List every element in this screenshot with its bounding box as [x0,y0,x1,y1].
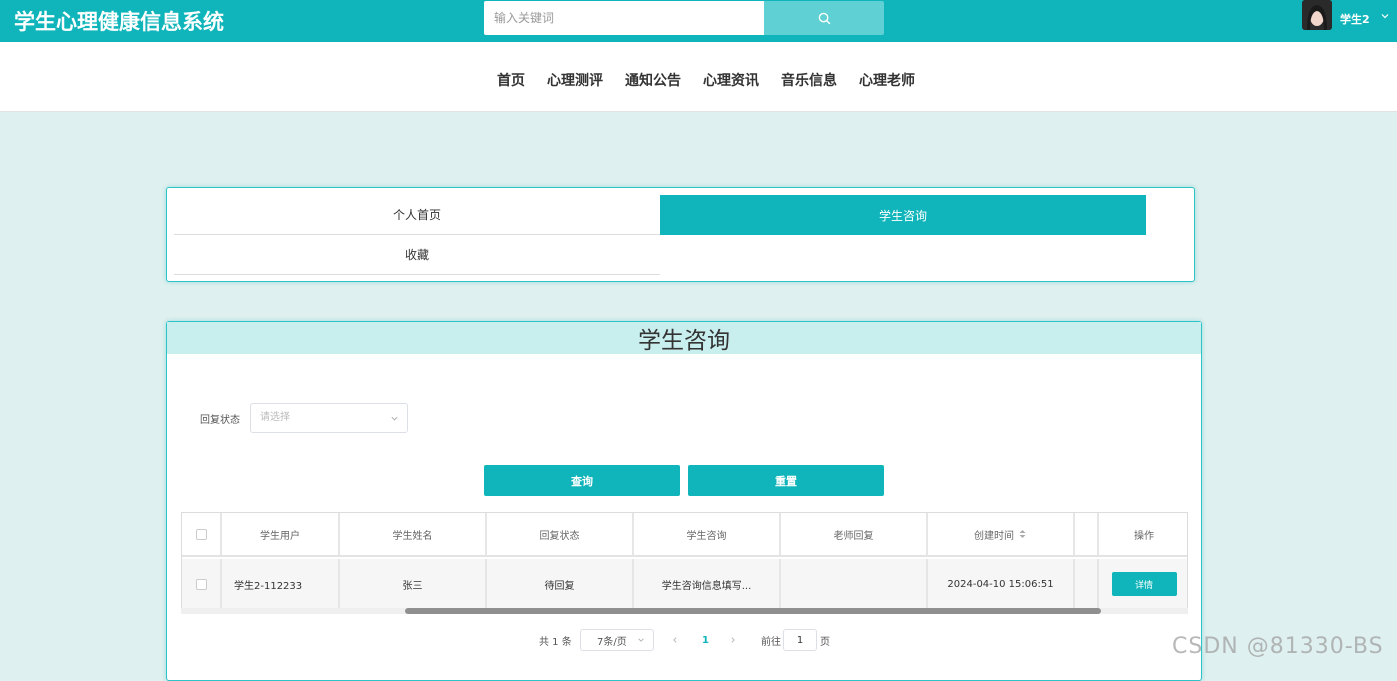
column-header-actions: 操作 [1099,513,1187,557]
filter-label-status: 回复状态 [200,415,240,426]
select-all-checkbox[interactable] [195,528,207,540]
search-bar [484,1,884,35]
chevron-down-icon[interactable] [1380,11,1390,21]
cell-name: 张三 [340,559,487,609]
profile-tabs: 个人首页 学生咨询 收藏 [166,187,1195,282]
scrollbar-thumb[interactable] [405,608,1101,614]
consult-panel: 学生咨询 回复状态 请选择 查询 重置 学生用户 学生姓名 回复状态 学生咨询 … [166,321,1202,681]
cell-consult: 学生咨询信息填写... [634,559,781,609]
search-button[interactable] [764,1,884,35]
cell-created: 2024-04-10 15:06:51 [928,559,1075,609]
row-select-cell [182,559,222,609]
chevron-left-icon [673,637,677,643]
page-size-value: 7条/页 [597,636,627,648]
goto-page-input[interactable]: 1 [783,629,817,651]
status-select-placeholder: 请选择 [260,412,290,423]
cell-user: 学生2-112233 [222,559,340,609]
cell-spacer [1075,559,1099,609]
page-suffix: 页 [820,636,830,648]
horizontal-scrollbar[interactable] [181,608,1188,614]
column-header-spacer [1075,513,1099,557]
column-header-created-label: 创建时间 [974,530,1014,542]
top-bar: 学生心理健康信息系统 学生2 [0,0,1397,42]
column-header-name: 学生姓名 [340,513,487,557]
chevron-down-icon [391,416,398,421]
prev-page-button[interactable] [671,629,679,651]
nav-item-home[interactable]: 首页 [497,70,525,90]
next-page-button[interactable] [729,629,737,651]
goto-label: 前往 [761,636,781,648]
chevron-down-icon [638,638,644,642]
column-header-status: 回复状态 [487,513,634,557]
tab-personal-home[interactable]: 个人首页 [174,195,660,235]
column-header-user: 学生用户 [222,513,340,557]
page-size-select[interactable]: 7条/页 [580,629,654,651]
query-button[interactable]: 查询 [484,465,680,496]
tab-favorites[interactable]: 收藏 [174,235,660,275]
cell-reply [781,559,928,609]
avatar-image [1302,0,1332,30]
watermark: CSDN @81330-BS [1172,634,1384,659]
site-title: 学生心理健康信息系统 [14,10,224,34]
consult-table: 学生用户 学生姓名 回复状态 学生咨询 老师回复 创建时间 操作 学生2-112… [181,512,1188,610]
page-number-current[interactable]: 1 [702,629,709,651]
chevron-right-icon [731,637,735,643]
column-header-reply: 老师回复 [781,513,928,557]
nav-item-news[interactable]: 心理资讯 [703,70,759,90]
column-header-consult: 学生咨询 [634,513,781,557]
tab-student-consult[interactable]: 学生咨询 [660,195,1146,235]
nav-item-assessment[interactable]: 心理测评 [547,70,603,90]
sort-icon[interactable] [1018,529,1027,539]
user-name[interactable]: 学生2 [1340,11,1370,27]
nav-item-teachers[interactable]: 心理老师 [859,70,915,90]
avatar[interactable] [1302,0,1332,30]
nav-item-notices[interactable]: 通知公告 [625,70,681,90]
total-count: 共 1 条 [539,636,572,648]
search-input[interactable] [484,1,765,35]
search-icon [818,12,830,24]
cell-actions: 详情 [1099,559,1187,609]
pagination: 共 1 条 7条/页 1 前往 1 页 [167,629,1201,651]
cell-status: 待回复 [487,559,634,609]
main-nav: 首页 心理测评 通知公告 心理资讯 音乐信息 心理老师 [0,42,1397,112]
page-title: 学生咨询 [167,322,1201,354]
nav-list: 首页 心理测评 通知公告 心理资讯 音乐信息 心理老师 [486,70,926,90]
detail-button[interactable]: 详情 [1111,572,1177,596]
nav-item-music[interactable]: 音乐信息 [781,70,837,90]
status-select[interactable]: 请选择 [250,403,408,433]
row-checkbox[interactable] [195,578,207,590]
select-all-cell [182,513,222,557]
reset-button[interactable]: 重置 [688,465,884,496]
column-header-created[interactable]: 创建时间 [928,513,1075,557]
